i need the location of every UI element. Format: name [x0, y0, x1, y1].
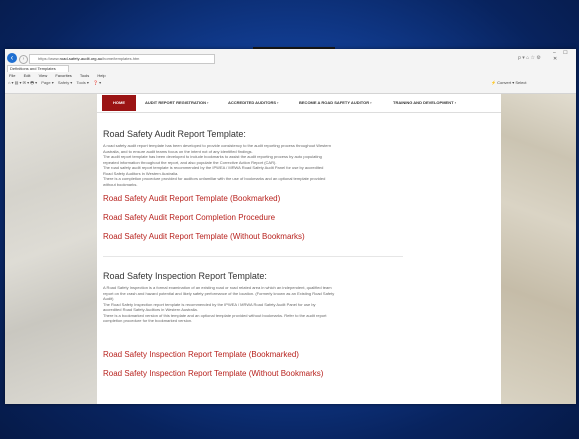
nav-label: TRAINING AND DEVELOPMENT: [393, 100, 454, 105]
inspection-heading: Road Safety Inspection Report Template:: [103, 271, 267, 281]
convert-toolbar[interactable]: ⚡ Convert ▾ Select: [491, 80, 526, 85]
menu-tools[interactable]: Tools: [80, 73, 89, 78]
road-image-left: [5, 94, 97, 404]
home-icon[interactable]: ⌂ ▾ ▤ ▾ ✉ ▾ 🖶 ▾: [8, 80, 37, 85]
link-audit-completion-procedure[interactable]: Road Safety Audit Report Completion Proc…: [103, 213, 275, 222]
menu-edit[interactable]: Edit: [24, 73, 31, 78]
nav-home[interactable]: HOME: [102, 95, 136, 111]
section-divider: [103, 256, 403, 257]
nav-accredited-auditors[interactable]: ACCREDITED AUDITORS ›: [228, 95, 278, 111]
link-inspection-template-without-bookmarks[interactable]: Road Safety Inspection Report Template (…: [103, 369, 323, 378]
chevron-right-icon: ›: [454, 100, 456, 105]
forward-arrow-icon[interactable]: ›: [19, 55, 28, 64]
chevron-right-icon: ›: [207, 100, 209, 105]
url-domain: road-safety-audit.org.au: [59, 56, 103, 61]
cmd-help[interactable]: ❓ ▾: [93, 80, 101, 85]
text-line: A road safety audit report template has …: [103, 143, 332, 148]
nav-become-auditor[interactable]: BECOME A ROAD SAFETY AUDITOR ›: [299, 95, 372, 111]
menu-help[interactable]: Help: [97, 73, 105, 78]
cmd-tools[interactable]: Tools ▾: [76, 80, 88, 85]
browser-window: ‹ › https://www.road-safety-audit.org.au…: [5, 49, 576, 404]
link-audit-template-bookmarked[interactable]: Road Safety Audit Report Template (Bookm…: [103, 194, 280, 203]
nav-label: AUDIT REPORT REGISTRATION: [145, 100, 207, 105]
audit-description: A road safety audit report template has …: [103, 143, 331, 187]
text-line: without bookmarks.: [103, 181, 138, 187]
address-bar[interactable]: https://www.road-safety-audit.org.au/hom…: [29, 54, 215, 64]
menu-view[interactable]: View: [39, 73, 48, 78]
cmd-safety[interactable]: Safety ▾: [58, 80, 72, 85]
chevron-right-icon: ›: [277, 100, 279, 105]
nav-training-development[interactable]: TRAINING AND DEVELOPMENT ›: [393, 95, 456, 111]
nav-audit-report-registration[interactable]: AUDIT REPORT REGISTRATION ›: [145, 95, 209, 111]
link-audit-template-without-bookmarks[interactable]: Road Safety Audit Report Template (Witho…: [103, 232, 305, 241]
cmd-page[interactable]: Page ▾: [41, 80, 53, 85]
url-path: /home/templates.htm: [102, 56, 140, 61]
browser-chrome: ‹ › https://www.road-safety-audit.org.au…: [5, 49, 576, 94]
text-line: There is a completion procedure provided…: [103, 176, 326, 181]
menu-favorites[interactable]: Favorites: [55, 73, 71, 78]
chevron-right-icon: ›: [370, 100, 372, 105]
road-image-right: [501, 94, 576, 404]
nav-label: BECOME A ROAD SAFETY AUDITOR: [299, 100, 370, 105]
web-page: HOME AUDIT REPORT REGISTRATION › ACCREDI…: [5, 94, 576, 404]
main-content: Road Safety Audit Report Template: A roa…: [97, 113, 501, 404]
menu-bar: File Edit View Favorites Tools Help: [5, 73, 576, 78]
site-navigation: HOME AUDIT REPORT REGISTRATION › ACCREDI…: [97, 94, 501, 113]
text-line: The audit report template has been devel…: [103, 154, 322, 159]
text-line: A Road Safety Inspection is a formal exa…: [103, 285, 332, 290]
text-line: completion procedure for the bookmarked …: [103, 318, 193, 323]
back-arrow-icon[interactable]: ‹: [7, 53, 17, 63]
menu-file[interactable]: File: [9, 73, 15, 78]
nav-label: ACCREDITED AUDITORS: [228, 100, 277, 105]
url-prefix: https://www.: [38, 56, 60, 61]
audit-heading: Road Safety Audit Report Template:: [103, 129, 246, 139]
text-line: The road safety audit report template is…: [103, 165, 324, 170]
address-bar-icons[interactable]: ρ ▾ ⌂ ☆ ⚙: [518, 55, 541, 61]
link-inspection-template-bookmarked[interactable]: Road Safety Inspection Report Template (…: [103, 350, 299, 359]
text-line: report on the crash and hazard potential…: [103, 290, 335, 296]
browser-tab[interactable]: Definitions and Templates: [7, 65, 69, 72]
window-controls[interactable]: – ☐ ✕: [553, 50, 576, 62]
inspection-description: A Road Safety Inspection is a formal exa…: [103, 285, 334, 324]
